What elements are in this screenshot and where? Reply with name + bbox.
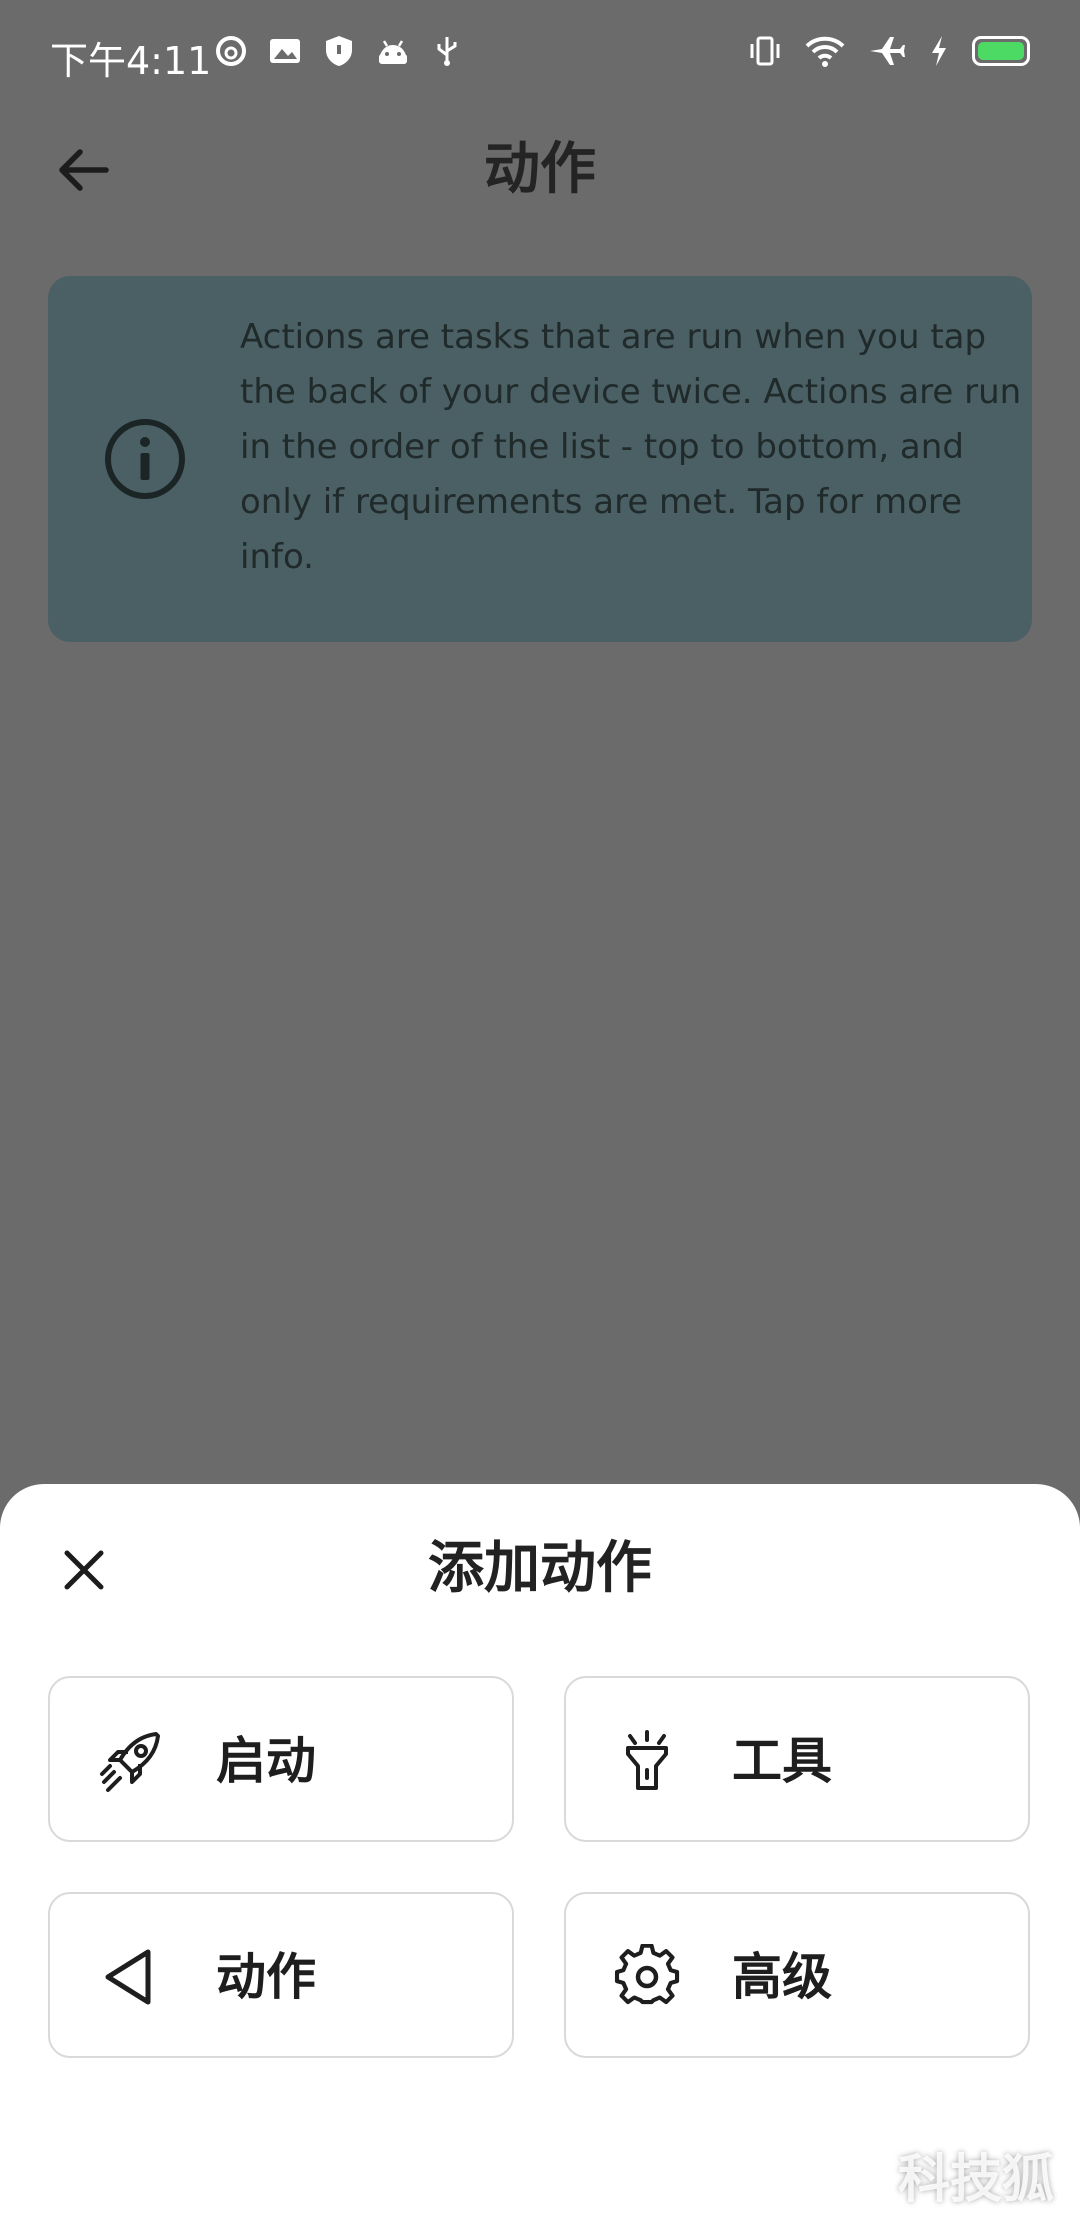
info-card[interactable]: Actions are tasks that are run when you …	[48, 276, 1032, 642]
battery-level	[978, 42, 1024, 60]
app-bar: 动作	[0, 110, 1080, 230]
vibrate-icon	[750, 36, 780, 66]
category-actions-button[interactable]: 动作	[48, 1892, 514, 2058]
battery-icon	[972, 36, 1030, 66]
category-advanced-button[interactable]: 高级	[564, 1892, 1030, 2058]
usb-icon	[437, 37, 457, 66]
status-right-icons	[748, 34, 1030, 68]
page-title: 动作	[484, 137, 596, 202]
category-tools-button[interactable]: 工具	[564, 1676, 1030, 1842]
netease-music-icon	[216, 36, 246, 66]
triangle-back-icon	[105, 1949, 151, 2005]
charging-icon	[932, 36, 946, 66]
android-icon	[379, 40, 407, 64]
category-label: 启动	[216, 1732, 316, 1790]
rocket-icon	[100, 1732, 160, 1792]
category-label: 动作	[216, 1948, 316, 2006]
flashlight-icon	[626, 1730, 668, 1790]
gear-icon	[614, 1944, 680, 2005]
status-bar: 下午4:11	[0, 0, 1080, 110]
airplane-icon	[870, 37, 905, 65]
info-circle-icon	[105, 419, 185, 499]
wifi-icon	[805, 36, 845, 67]
category-label: 工具	[732, 1732, 832, 1790]
shield-icon	[326, 36, 352, 66]
info-text: Actions are tasks that are run when you …	[240, 317, 1022, 577]
status-left-icons	[214, 34, 464, 68]
watermark: 科技狐	[897, 2150, 1054, 2210]
sheet-title: 添加动作	[428, 1536, 652, 1601]
category-launch-button[interactable]: 启动	[48, 1676, 514, 1842]
image-icon	[270, 39, 300, 63]
status-time: 下午4:11	[50, 39, 212, 83]
add-action-sheet: 添加动作 启动 工具 动作 高级 科技狐	[0, 1484, 1080, 2232]
category-label: 高级	[732, 1948, 832, 2006]
